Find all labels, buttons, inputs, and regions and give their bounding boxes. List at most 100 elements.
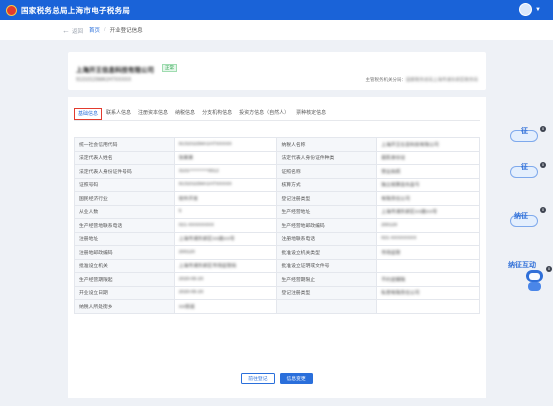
field-label: 生产经营期限起 (74, 272, 175, 287)
field-label: 生产经营地址 (276, 204, 378, 219)
field-label: 法定代表人身份证件种类 (276, 150, 378, 165)
field-value: 上海市浦东新区市场监管局 (173, 258, 278, 273)
field-label: 生产经营地联系电话 (74, 218, 175, 233)
field-value: 上海市浦东新区XX路XX号 (173, 231, 278, 246)
field-label: 国民经济行业 (74, 191, 175, 206)
field-value: 200120 (173, 245, 278, 260)
back-link[interactable]: ← 返回 (62, 26, 83, 35)
service-widget-3[interactable]: 纳征 0 (510, 205, 546, 235)
breadcrumb-separator: / (104, 27, 106, 33)
tab-divider (74, 120, 480, 121)
tab-basic-info[interactable]: 基础信息 (74, 108, 103, 120)
register-button[interactable]: 前往登记 (241, 373, 275, 384)
field-value: 91310115MA1H7XXXXX (173, 177, 278, 192)
field-label: 开业设立日期 (74, 285, 175, 300)
field-label: 注册地联系电话 (276, 231, 378, 246)
field-value: 3101**********0012 (173, 164, 278, 179)
tax-emblem-icon (6, 4, 17, 16)
table-row: 从业人数 5 生产经营地址 上海市浦东新区XX路XX号 (74, 204, 480, 219)
tab-investors[interactable]: 投资方信息（自然人） (236, 108, 292, 120)
widget-label[interactable]: 纳征互动 (508, 262, 538, 270)
company-name: 上海开王信息科技有限公司 (76, 67, 154, 74)
service-widget-4[interactable]: 纳征互动 0 (508, 262, 552, 312)
field-value: 软件开发 (173, 191, 278, 206)
field-value: 不约定期限 (376, 272, 480, 287)
field-value: 市场监管 (376, 245, 480, 260)
field-value: 独立核算自负盈亏 (376, 177, 480, 192)
field-label: 证照名称 (276, 164, 378, 179)
tab-tax[interactable]: 纳税信息 (172, 108, 198, 120)
field-value: 私营有限责任公司 (376, 285, 480, 300)
table-row: 注册地址 上海市浦东新区XX路XX号 注册地联系电话 021-XXXXXXXX (74, 231, 480, 246)
widget-label[interactable]: 纳征 (514, 211, 528, 221)
field-label: 登记注册类型 (276, 191, 378, 206)
field-label: 统一社会信用代码 (74, 137, 175, 152)
table-row: 纳税人所处街乡 XX街道 (74, 299, 480, 314)
field-value: 上海开王信息科技有限公司 (376, 137, 480, 152)
field-value (376, 299, 480, 314)
tab-bar: 基础信息 联系人信息 注册资本信息 纳税信息 分支机构信息 投资方信息（自然人）… (74, 108, 330, 120)
tab-invoice-types[interactable]: 票种核定信息 (293, 108, 329, 120)
field-value: 2020-05-20 (173, 285, 278, 300)
tab-contacts[interactable]: 联系人信息 (103, 108, 134, 120)
field-label: 生产经营地邮政编码 (276, 218, 378, 233)
user-menu[interactable]: ▼ (519, 3, 541, 16)
widget-label[interactable]: 征 (521, 126, 528, 136)
back-arrow-icon[interactable]: ← (62, 26, 70, 35)
back-label[interactable]: 返回 (72, 29, 83, 35)
basic-info-table: 统一社会信用代码 91310115MA1H7XXXXX 纳税人名称 上海开王信息科技有… (74, 137, 480, 314)
field-value: 021-XXXXXXXX (376, 231, 480, 246)
notification-badge: 0 (540, 162, 546, 168)
field-value (376, 258, 480, 273)
top-bar: 国家税务总局上海市电子税务局 ▼ (0, 0, 553, 20)
field-value: 上海市浦东新区XX路XX号 (376, 204, 480, 219)
field-value: 021-XXXXXXXX (173, 218, 278, 233)
tab-capital[interactable]: 注册资本信息 (135, 108, 171, 120)
field-value: 居民身份证 (376, 150, 480, 165)
field-label: 纳税人名称 (276, 137, 378, 152)
service-widget-1[interactable]: 征 0 (510, 124, 546, 148)
field-label: 注册地邮政编码 (74, 245, 175, 260)
breadcrumb: ← 返回 首页 / 开业登记信息 (0, 20, 553, 40)
field-label: 批准设立机关 (74, 258, 175, 273)
table-row: 批准设立机关 上海市浦东新区市场监管局 批准设立证明或文件号 (74, 258, 480, 273)
tax-authority-value: 国家税务总局上海市浦东新区税务局 (406, 77, 478, 82)
chevron-down-icon[interactable]: ▼ (535, 7, 541, 13)
field-value: 张某某 (173, 150, 278, 165)
table-row: 证照号码 91310115MA1H7XXXXX 核算方式 独立核算自负盈亏 (74, 177, 480, 192)
notification-badge: 0 (540, 126, 546, 132)
company-code: 91310115MA1H7XXXXX (76, 77, 132, 83)
field-value: 5 (173, 204, 278, 219)
table-row: 统一社会信用代码 91310115MA1H7XXXXX 纳税人名称 上海开王信息科技有… (74, 137, 480, 152)
table-row: 法定代表人身份证件号码 3101**********0012 证照名称 营业执照 (74, 164, 480, 179)
breadcrumb-current: 开业登记信息 (109, 28, 143, 34)
field-value: 营业执照 (376, 164, 480, 179)
field-label: 批准设立证明或文件号 (276, 258, 378, 273)
breadcrumb-home[interactable]: 首页 (89, 26, 100, 34)
table-row: 生产经营期限起 2020-05-20 生产经营期限止 不约定期限 (74, 272, 480, 287)
table-row: 注册地邮政编码 200120 批准设立机关类型 市场监管 (74, 245, 480, 260)
table-row: 法定代表人姓名 张某某 法定代表人身份证件种类 居民身份证 (74, 150, 480, 165)
robot-assistant-icon[interactable] (524, 270, 544, 292)
table-row: 开业设立日期 2020-05-20 登记注册类型 私营有限责任公司 (74, 285, 480, 300)
field-label: 法定代表人身份证件号码 (74, 164, 175, 179)
modify-info-button[interactable]: 信息变更 (279, 373, 313, 384)
notification-badge: 0 (546, 266, 552, 272)
field-label: 纳税人所处街乡 (74, 299, 175, 314)
field-value: 2020-05-20 (173, 272, 278, 287)
service-widget-2[interactable]: 征 0 (510, 160, 546, 184)
field-value: 有限责任公司 (376, 191, 480, 206)
table-row: 国民经济行业 软件开发 登记注册类型 有限责任公司 (74, 191, 480, 206)
field-label (276, 299, 378, 314)
field-label: 批准设立机关类型 (276, 245, 378, 260)
tab-branches[interactable]: 分支机构信息 (199, 108, 235, 120)
company-info-card: 上海开王信息科技有限公司 正常 91310115MA1H7XXXXX 主管税务机… (68, 52, 486, 90)
site-title: 国家税务总局上海市电子税务局 (21, 5, 131, 15)
field-label: 注册地址 (74, 231, 175, 246)
notification-badge: 0 (540, 207, 546, 213)
avatar[interactable] (519, 3, 533, 16)
tax-authority-label: 主管税务机关分局： (365, 77, 407, 82)
widget-label[interactable]: 征 (521, 162, 528, 172)
field-value: 200120 (376, 218, 480, 233)
action-bar: 前往登记 信息变更 (68, 373, 486, 384)
